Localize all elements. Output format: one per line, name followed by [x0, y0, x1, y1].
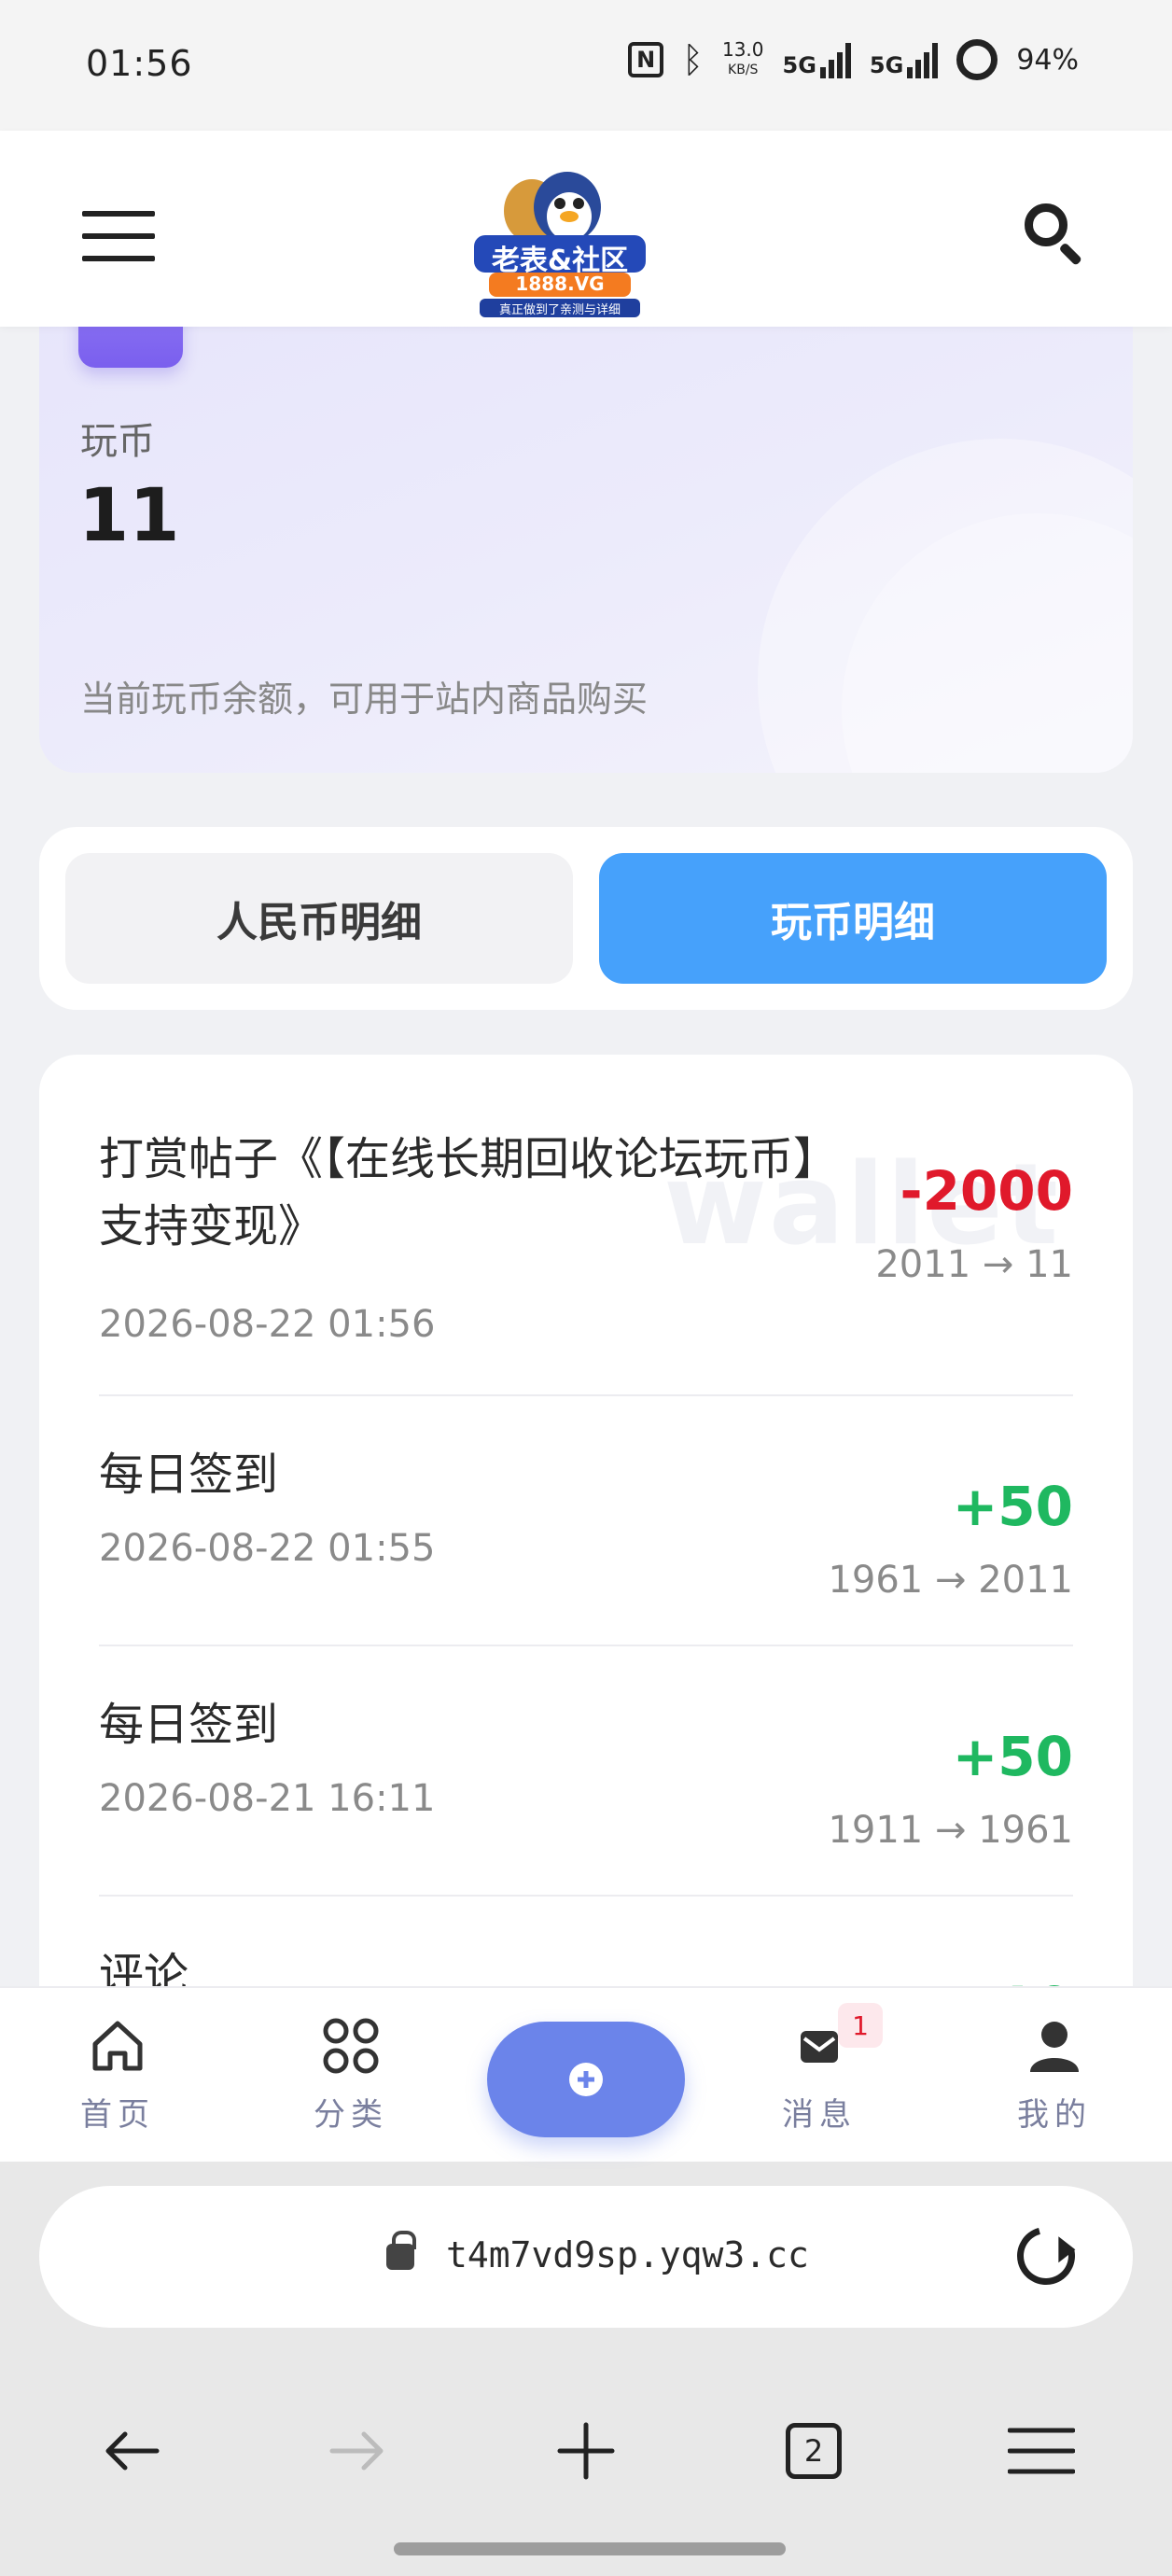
tx-balance-change: 1961 → 2011: [828, 1559, 1073, 1602]
url-text[interactable]: t4m7vd9sp.yqw3.cc: [446, 2234, 809, 2275]
tx-title: 每日签到: [99, 1699, 279, 1751]
network-speed: 13.0 KB/S: [721, 38, 764, 77]
reload-icon[interactable]: [1006, 2216, 1086, 2296]
transaction-list: wallet 打赏帖子《【在线长期回收论坛玩币】支持变现》 2026-08-22…: [39, 1055, 1133, 2007]
back-icon[interactable]: [93, 2395, 168, 2507]
tab-coin-details[interactable]: 玩币明细: [599, 853, 1107, 984]
signal-bars-icon: [819, 41, 851, 78]
signal-1: 5G: [783, 41, 851, 78]
tx-amount: +50: [952, 1725, 1073, 1788]
battery-icon: [956, 39, 998, 80]
ledger-tabs: 人民币明细 玩币明细: [39, 827, 1133, 1010]
list-item[interactable]: 每日签到 2026-08-22 01:55 +50 1961 → 2011: [99, 1441, 1073, 1628]
create-post-button[interactable]: [487, 2022, 685, 2137]
nav-home-label: 首页: [80, 2096, 155, 2134]
user-icon: [1025, 2016, 1084, 2076]
tx-date: 2026-08-21 16:11: [99, 1777, 436, 1820]
battery-level: 94%: [1016, 43, 1079, 77]
tx-amount: +50: [952, 1475, 1073, 1538]
list-item[interactable]: 每日签到 2026-08-21 16:11 +50 1911 → 1961: [99, 1691, 1073, 1878]
search-icon[interactable]: [1021, 200, 1086, 266]
nav-profile[interactable]: 我的: [989, 2016, 1120, 2135]
lock-icon: [386, 2231, 416, 2270]
logo-tagline: 真正做到了亲测与详细: [498, 303, 621, 317]
site-logo[interactable]: 老表&社区 1888.VG 真正做到了亲测与详细: [467, 162, 653, 321]
status-bar: 01:56 N ᛒ 13.0 KB/S 5G 5G 94%: [0, 0, 1172, 131]
logo-domain: 1888.VG: [515, 273, 605, 295]
nav-messages[interactable]: 1 消息: [754, 2003, 885, 2135]
address-bar[interactable]: t4m7vd9sp.yqw3.cc: [39, 2186, 1133, 2328]
nav-category[interactable]: 分类: [286, 2016, 416, 2135]
balance-description: 当前玩币余额，可用于站内商品购买: [80, 679, 649, 720]
home-icon: [88, 2016, 147, 2076]
divider: [99, 1645, 1073, 1646]
message-badge: 1: [838, 2003, 883, 2048]
bluetooth-icon: ᛒ: [682, 39, 704, 80]
list-item[interactable]: 打赏帖子《【在线长期回收论坛玩币】支持变现》 2026-08-22 01:56 …: [99, 1126, 1074, 1346]
tx-balance-change: 1911 → 1961: [828, 1809, 1073, 1852]
tx-balance-change: 2011 → 11: [875, 1243, 1073, 1286]
nav-profile-label: 我的: [1017, 2096, 1092, 2134]
balance-value: 11: [78, 474, 180, 558]
divider: [99, 1394, 1073, 1396]
tx-date: 2026-08-22 01:55: [99, 1527, 436, 1570]
nav-messages-label: 消息: [782, 2096, 857, 2134]
browser-menu-icon[interactable]: [1004, 2395, 1079, 2507]
bottom-nav: 首页 分类 1 消息 我的: [0, 1986, 1172, 2162]
status-time: 01:56: [86, 43, 193, 84]
signal-2: 5G: [870, 41, 939, 78]
forward-icon[interactable]: [321, 2395, 396, 2507]
tab-rmb-details[interactable]: 人民币明细: [65, 853, 573, 984]
browser-chrome: t4m7vd9sp.yqw3.cc 2: [0, 2162, 1172, 2576]
status-icons: N ᛒ 13.0 KB/S 5G 5G 94%: [628, 39, 1079, 80]
signal-bars-icon: [907, 41, 939, 78]
app-header: 老表&社区 1888.VG 真正做到了亲测与详细: [0, 131, 1172, 327]
nfc-icon: N: [628, 42, 664, 77]
plus-icon: [569, 2063, 603, 2096]
balance-label: 玩币: [80, 420, 155, 463]
grid-icon: [321, 2016, 381, 2076]
divider: [99, 1895, 1073, 1897]
nav-home[interactable]: 首页: [52, 2016, 183, 2135]
tx-amount: -2000: [900, 1159, 1074, 1223]
tx-title: 每日签到: [99, 1449, 279, 1501]
menu-icon[interactable]: [82, 211, 155, 261]
tx-date: 2026-08-22 01:56: [99, 1303, 436, 1346]
home-indicator[interactable]: [394, 2542, 786, 2555]
tabs-button[interactable]: 2: [776, 2395, 851, 2507]
tx-title: 打赏帖子《【在线长期回收论坛玩币】支持变现》: [99, 1133, 839, 1253]
new-tab-icon[interactable]: [549, 2395, 623, 2507]
nav-category-label: 分类: [314, 2096, 388, 2134]
browser-toolbar: 2: [0, 2395, 1172, 2507]
tab-count: 2: [786, 2423, 842, 2479]
mail-icon: 1: [789, 2003, 883, 2076]
